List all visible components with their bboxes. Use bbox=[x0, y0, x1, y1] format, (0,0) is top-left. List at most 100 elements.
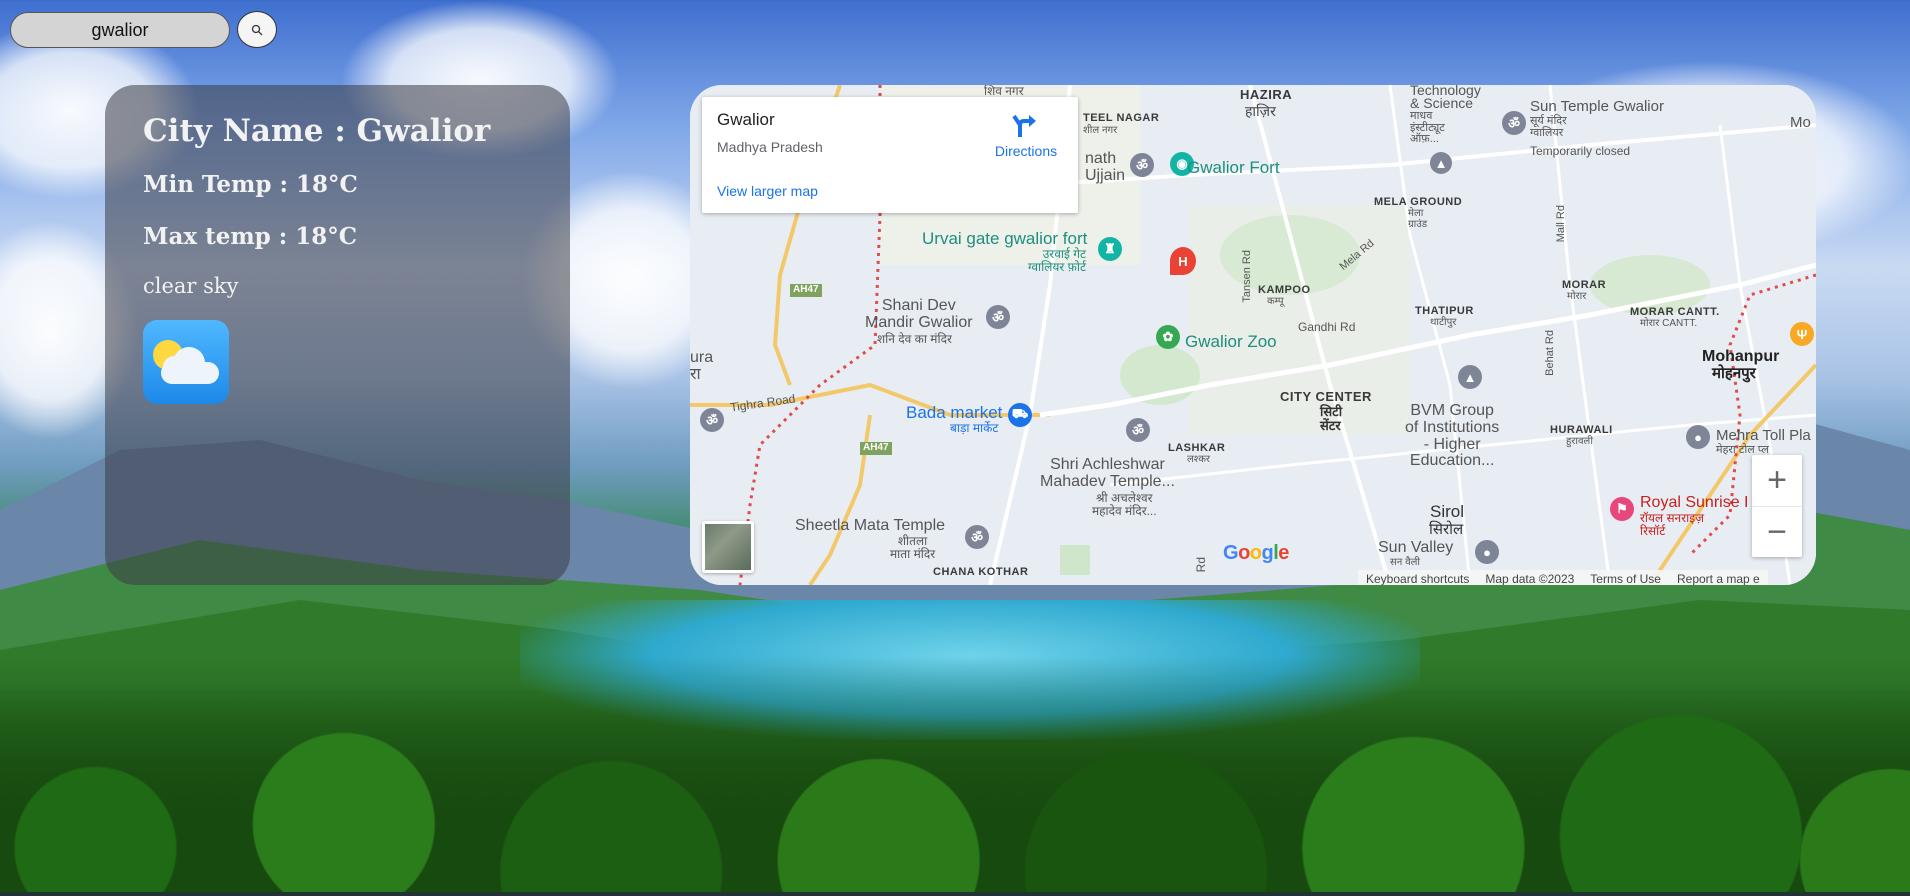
map-label: लश्कर bbox=[1187, 454, 1210, 465]
max-temp: Max temp : 18°C bbox=[143, 223, 358, 250]
temple-pin-icon: ॐ bbox=[700, 408, 724, 432]
map-label: सिटी सेंटर bbox=[1320, 404, 1343, 433]
school-pin-icon: ▲ bbox=[1430, 152, 1452, 174]
map-label: Gandhi Rd bbox=[1298, 320, 1356, 334]
weather-card: City Name : Gwalior Min Temp : 18°C Max … bbox=[105, 85, 570, 585]
place-pin-icon: ● bbox=[1475, 540, 1499, 564]
zoo-pin-icon: ✿ bbox=[1156, 325, 1180, 349]
map-label: Behat Rd bbox=[1544, 330, 1556, 376]
map-label: मोरार bbox=[1567, 291, 1587, 302]
map-label: Mohanpur bbox=[1702, 348, 1780, 365]
temple-pin-icon: ॐ bbox=[1126, 418, 1150, 442]
map-poi: Gwalior Fort bbox=[1187, 158, 1280, 177]
map-label: सिरोल bbox=[1429, 521, 1464, 538]
map-label: BVM Group of Institutions - Higher Educa… bbox=[1405, 402, 1500, 470]
min-temp: Min Temp : 18°C bbox=[143, 171, 358, 198]
map-label: MELA GROUND bbox=[1374, 196, 1463, 208]
map-label: MORAR bbox=[1562, 279, 1607, 291]
zoom-controls: + − bbox=[1752, 455, 1802, 557]
map-poi: उरवाई गेट ग्वालियर फ़ोर्ट bbox=[1028, 247, 1087, 274]
map-label: KAMPOO bbox=[1258, 284, 1311, 296]
map-label: श्री अचलेश्वर महादेव मंदिर... bbox=[1092, 491, 1157, 518]
satellite-toggle-thumbnail[interactable] bbox=[702, 521, 754, 573]
map-label: HAZIRA bbox=[1240, 87, 1293, 102]
map-label: मेला ग्राउंड bbox=[1408, 208, 1428, 230]
restaurant-pin-icon: Ψ bbox=[1790, 322, 1814, 346]
map-label: Temporarily closed bbox=[1530, 144, 1631, 158]
highway-shield: AH47 bbox=[860, 442, 892, 455]
map-label: Sheetla Mata Temple bbox=[795, 517, 946, 534]
map-label: शिव नगर bbox=[984, 85, 1024, 98]
map-label: Mall Rd bbox=[1555, 205, 1567, 243]
city-search-input[interactable] bbox=[10, 12, 230, 48]
temple-pin-icon: ॐ bbox=[965, 525, 989, 549]
map-label: HURAWALI bbox=[1550, 424, 1613, 436]
shopping-pin-icon: ⛟ bbox=[1008, 403, 1032, 427]
highway-shield: AH47 bbox=[790, 284, 822, 297]
map-poi: बाड़ा मार्केट bbox=[950, 421, 999, 435]
fort-pin-icon: ♜ bbox=[1098, 237, 1122, 261]
zoom-out-button[interactable]: − bbox=[1752, 506, 1802, 557]
map-poi: Gwalior Zoo bbox=[1185, 332, 1277, 351]
keyboard-shortcuts-link[interactable]: Keyboard shortcuts bbox=[1366, 572, 1469, 586]
temple-pin-icon: ॐ bbox=[1502, 111, 1526, 135]
map-poi: Bada market bbox=[906, 403, 1003, 422]
embedded-map[interactable]: HAZIRA हाज़िर शिव नगर TEEL NAGAR शील नगर… bbox=[690, 85, 1816, 585]
report-error-link[interactable]: Report a map e bbox=[1677, 572, 1760, 586]
map-label: Shani Dev Mandir Gwalior bbox=[865, 297, 973, 331]
view-larger-map-link[interactable]: View larger map bbox=[717, 183, 818, 199]
map-label: शीतला माता मंदिर bbox=[890, 534, 936, 561]
map-label: सन वैली bbox=[1390, 557, 1421, 568]
map-label: CITY CENTER bbox=[1280, 389, 1372, 404]
place-pin-icon: ● bbox=[1686, 425, 1710, 449]
map-label: Sun Temple Gwalior bbox=[1530, 98, 1664, 115]
resort-pin-icon: ⚑ bbox=[1610, 497, 1634, 521]
map-label: मोरार CANTT. bbox=[1640, 318, 1698, 329]
map-label: THATIPUR bbox=[1415, 305, 1474, 317]
place-info-card: Gwalior Madhya Pradesh View larger map D… bbox=[702, 97, 1078, 213]
temple-pin-icon: ॐ bbox=[1130, 153, 1154, 177]
map-label: सूर्य मंदिर ग्वालियर bbox=[1530, 115, 1567, 139]
temple-pin-icon: ॐ bbox=[986, 305, 1010, 329]
map-poi: रॉयल सनराइज़ रिसॉर्ट bbox=[1640, 511, 1705, 538]
directions-button[interactable]: Directions bbox=[986, 111, 1066, 161]
map-label: LASHKAR bbox=[1168, 442, 1226, 454]
search-button[interactable] bbox=[237, 11, 277, 48]
map-label: Rd bbox=[1194, 557, 1208, 573]
map-label: Mo bbox=[1790, 114, 1811, 131]
map-label: Tansen Rd bbox=[1241, 250, 1253, 303]
city-name: City Name : Gwalior bbox=[143, 113, 491, 149]
map-label: माधव इंस्टीट्यूट ऑफ़... bbox=[1410, 110, 1445, 146]
map-label: ura रा bbox=[690, 349, 714, 383]
map-label: & Science bbox=[1410, 95, 1474, 111]
map-label: Sun Valley bbox=[1378, 539, 1454, 556]
map-footer: Keyboard shortcuts Map data ©2023 Terms … bbox=[1358, 570, 1768, 585]
directions-label: Directions bbox=[994, 143, 1058, 159]
zoom-in-button[interactable]: + bbox=[1752, 455, 1802, 506]
map-label: शील नगर bbox=[1083, 125, 1118, 136]
map-label: थाटीपुर bbox=[1430, 317, 1457, 328]
map-label: Sirol bbox=[1430, 502, 1465, 521]
place-subtitle: Madhya Pradesh bbox=[717, 139, 823, 155]
map-label: हुरावली bbox=[1566, 436, 1593, 447]
map-poi: Royal Sunrise I bbox=[1640, 494, 1749, 511]
school-pin-icon: ▲ bbox=[1458, 365, 1482, 389]
partly-cloudy-icon bbox=[143, 320, 229, 404]
terms-link[interactable]: Terms of Use bbox=[1590, 572, 1661, 586]
map-label: शनि देव का मंदिर bbox=[877, 332, 952, 346]
map-poi: Urvai gate gwalior fort bbox=[922, 229, 1088, 248]
map-label: Shri Achleshwar Mahadev Temple... bbox=[1040, 456, 1175, 490]
map-data-text: Map data ©2023 bbox=[1485, 571, 1575, 586]
map-label: कम्पू bbox=[1267, 296, 1284, 307]
hospital-pin-icon: H bbox=[1170, 247, 1196, 275]
google-logo: Google bbox=[1223, 542, 1289, 564]
search-icon bbox=[251, 24, 263, 35]
place-title: Gwalior bbox=[717, 110, 775, 129]
map-label: MORAR CANTT. bbox=[1630, 306, 1720, 318]
map-label: हाज़िर bbox=[1245, 103, 1276, 119]
map-label: nath Ujjain bbox=[1085, 150, 1126, 184]
map-label: Mehra Toll Pla bbox=[1716, 427, 1811, 444]
map-label: TEEL NAGAR bbox=[1083, 112, 1160, 124]
directions-icon bbox=[1012, 114, 1036, 137]
map-label: मोहनपुर bbox=[1712, 365, 1756, 382]
